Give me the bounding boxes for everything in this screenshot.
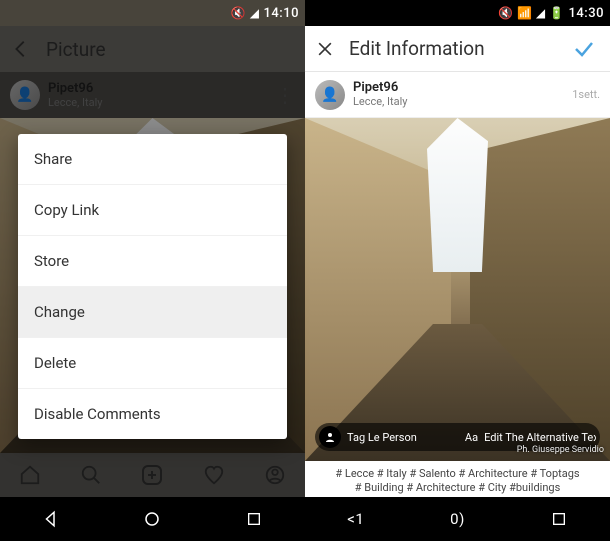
menu-disable-comments[interactable]: Disable Comments xyxy=(18,388,287,439)
photo-credit: Ph. Giuseppe Servidio xyxy=(517,445,604,455)
user-row: 👤 Pipet96 Lecce, Italy 1sett. xyxy=(305,72,610,118)
android-nav xyxy=(0,497,305,541)
page-title: Edit Information xyxy=(349,37,554,60)
post-time: 1sett. xyxy=(572,88,600,101)
status-bar: 🔇 ◢ 14:10 xyxy=(0,0,305,26)
user-info: Pipet96 Lecce, Italy xyxy=(353,81,407,108)
nav-back-icon[interactable] xyxy=(40,508,62,530)
tag-people-label[interactable]: Tag Le Person xyxy=(347,431,459,444)
menu-change[interactable]: Change xyxy=(18,286,287,337)
android-nav: <1 0) xyxy=(305,497,610,541)
nav-recent-icon[interactable] xyxy=(548,508,570,530)
status-icons: 🔇 ◢ xyxy=(231,6,260,20)
phone-right: 🔇 📶 ◢ 🔋 14:30 Edit Information 👤 Pipet96… xyxy=(305,0,610,541)
menu-delete[interactable]: Delete xyxy=(18,337,287,388)
phone-left: 🔇 ◢ 14:10 Picture 👤 Pipet96 Lecce, Italy… xyxy=(0,0,305,541)
menu-store[interactable]: Store xyxy=(18,235,287,286)
user-name: Pipet96 xyxy=(353,81,407,95)
avatar[interactable]: 👤 xyxy=(315,80,345,110)
status-bar: 🔇 📶 ◢ 🔋 14:30 xyxy=(305,0,610,26)
nav-back-icon[interactable]: <1 xyxy=(345,508,367,530)
user-location: Lecce, Italy xyxy=(353,95,407,108)
nav-recent-icon[interactable] xyxy=(243,508,265,530)
confirm-icon[interactable] xyxy=(568,33,600,65)
nav-home-icon[interactable]: 0) xyxy=(446,508,468,530)
close-icon[interactable] xyxy=(315,39,335,59)
status-time: 14:10 xyxy=(264,6,299,21)
caption-line1: # Lecce # Italy # Salento # Architecture… xyxy=(315,467,600,481)
app-bar: Edit Information xyxy=(305,26,610,72)
status-icons: 🔇 📶 ◢ 🔋 xyxy=(498,6,565,20)
caption-line2: # Building # Architecture # City #buildi… xyxy=(315,481,600,495)
alt-text-label[interactable]: Edit The Alternative Text xyxy=(484,431,596,444)
post-photo: Tag Le Person Aa Edit The Alternative Te… xyxy=(305,118,610,461)
alt-text-icon[interactable]: Aa xyxy=(465,431,478,444)
nav-home-icon[interactable] xyxy=(141,508,163,530)
options-menu: Share Copy Link Store Change Delete Disa… xyxy=(18,134,287,439)
caption-input[interactable]: # Lecce # Italy # Salento # Architecture… xyxy=(305,461,610,497)
menu-share[interactable]: Share xyxy=(18,134,287,184)
menu-copy-link[interactable]: Copy Link xyxy=(18,184,287,235)
status-time: 14:30 xyxy=(569,6,604,21)
tag-people-icon[interactable] xyxy=(319,426,341,448)
